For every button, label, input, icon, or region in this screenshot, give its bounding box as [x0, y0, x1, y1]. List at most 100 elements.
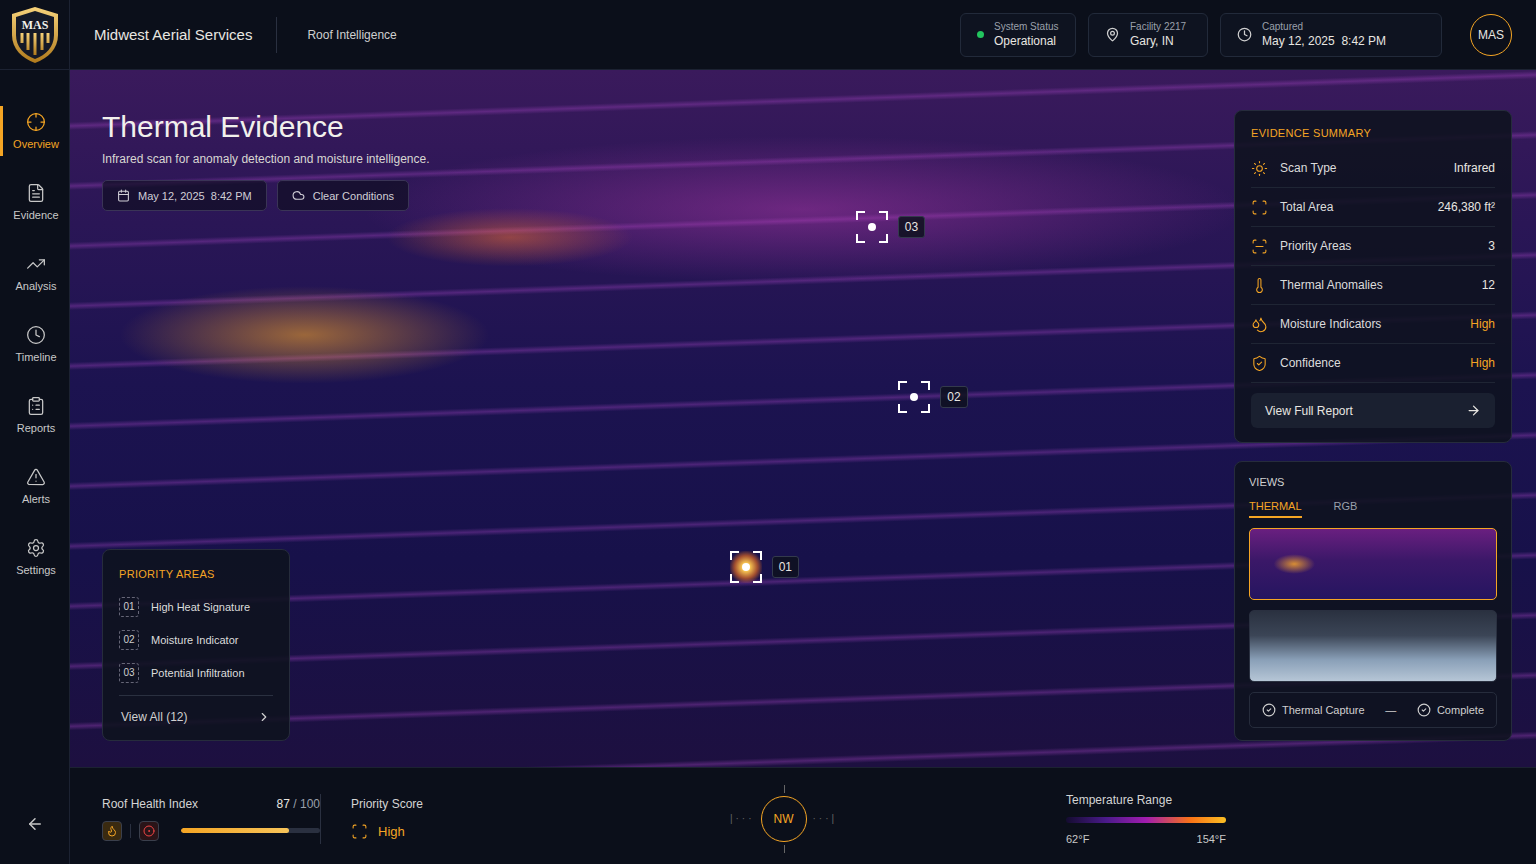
health-fill — [181, 828, 289, 833]
divider — [276, 17, 277, 53]
marker-label: 02 — [940, 386, 967, 408]
marker-target — [730, 551, 762, 583]
chevron-right-icon — [257, 710, 271, 724]
page-subtitle: Infrared scan for anomaly detection and … — [102, 152, 430, 166]
sidebar-item[interactable]: Timeline — [0, 319, 69, 369]
scan-icon — [351, 823, 368, 840]
arrow-right-icon — [1466, 403, 1481, 418]
page-title: Thermal Evidence — [102, 110, 430, 144]
thermal-image: 03 02 01 Thermal Evidence Infrared scan for … — [70, 70, 1536, 767]
nav-icon — [26, 467, 46, 487]
marker-target — [898, 381, 930, 413]
priority-row[interactable]: 02Moisture Indicator — [119, 623, 273, 656]
marker-dot — [910, 393, 918, 401]
info-chip: May 12, 2025 8:42 PM — [102, 180, 267, 211]
anomaly-marker[interactable]: 01 — [730, 551, 799, 583]
sidebar-item[interactable]: Analysis — [0, 248, 69, 298]
nav-icon — [26, 183, 46, 203]
divider — [119, 695, 273, 696]
target-chip[interactable] — [139, 821, 159, 841]
anomaly-marker[interactable]: 03 — [856, 211, 925, 243]
compass-ring: NW — [761, 796, 807, 842]
top-bar: MAS Midwest Aerial ServicesRoof Intellige… — [0, 0, 1536, 70]
status-value: Operational — [994, 34, 1058, 48]
capture-steps: Thermal Capture—Complete — [1249, 692, 1497, 728]
summary-row: Priority Areas3 — [1251, 227, 1495, 266]
view-thumbnail[interactable] — [1249, 610, 1497, 682]
flame-icon — [106, 825, 118, 837]
check-icon — [1262, 703, 1276, 717]
cloud-icon — [292, 189, 305, 202]
view-tab[interactable]: RGB — [1334, 500, 1358, 518]
compass[interactable]: |···NW···| — [730, 796, 837, 842]
view-thumbnail[interactable] — [1249, 528, 1497, 600]
capture-step: Thermal Capture — [1262, 703, 1365, 717]
summary-row: Total Area246,380 ft² — [1251, 188, 1495, 227]
header-cards: System StatusOperational Facility 2217Gar… — [960, 13, 1442, 57]
marker-dot — [742, 563, 750, 571]
summary-icon — [1251, 277, 1268, 294]
priority-row[interactable]: 03Potential Infiltration — [119, 656, 273, 689]
view-tabs: THERMAL RGB — [1249, 500, 1497, 518]
facility-label: Facility 2217 — [1130, 21, 1186, 32]
status-card: System StatusOperational — [960, 13, 1076, 57]
nav-icon — [26, 538, 46, 558]
divider — [130, 824, 131, 838]
views-panel: VIEWSTHERMALRGBThermal Capture—Complete — [1234, 461, 1512, 741]
sidebar-item[interactable]: Reports — [0, 390, 69, 440]
status-dot — [977, 31, 984, 38]
info-chip: Clear Conditions — [277, 180, 409, 211]
number-box: 03 — [119, 663, 139, 683]
logo-icon: MAS — [8, 5, 62, 65]
divider — [320, 794, 321, 844]
sidebar-item[interactable]: Evidence — [0, 177, 69, 227]
compass-area: |···NW···| — [501, 796, 1066, 842]
summary-row: Thermal Anomalies12 — [1251, 266, 1495, 305]
title-block: Thermal Evidence Infrared scan for anomal… — [102, 110, 430, 211]
roof-health: Roof Health Index87 / 100 — [102, 797, 320, 841]
priority-score: Priority ScoreHigh — [321, 797, 501, 840]
clock-icon — [1237, 27, 1252, 42]
summary-icon — [1251, 316, 1268, 333]
captured-value: May 12, 2025 8:42 PM — [1262, 34, 1386, 48]
calendar-icon — [117, 189, 130, 202]
sidebar-item[interactable]: Overview — [0, 106, 69, 156]
summary-icon — [1251, 160, 1268, 177]
facility-card[interactable]: Facility 2217Gary, IN — [1088, 13, 1208, 57]
thermal-chip[interactable] — [102, 821, 122, 841]
panel-title: EVIDENCE SUMMARY — [1251, 127, 1495, 139]
check-icon — [1417, 703, 1431, 717]
temperature-scale — [1066, 817, 1226, 823]
view-report-button[interactable]: View Full Report — [1251, 393, 1495, 428]
nav-icon — [26, 254, 46, 274]
sidebar-item[interactable]: Settings — [0, 532, 69, 582]
priority-row[interactable]: 01High Heat Signature — [119, 590, 273, 623]
priority-areas-panel: PRIORITY AREAS01High Heat Signature02Moi… — [102, 549, 290, 741]
number-box: 02 — [119, 630, 139, 650]
marker-label: 03 — [898, 216, 925, 238]
user-avatar[interactable]: MAS — [1470, 14, 1512, 56]
marker-dot — [868, 223, 876, 231]
anomaly-marker[interactable]: 02 — [898, 381, 967, 413]
summary-row: Scan TypeInfrared — [1251, 149, 1495, 188]
captured-card: CapturedMay 12, 2025 8:42 PM — [1220, 13, 1442, 57]
sidebar-item[interactable]: Alerts — [0, 461, 69, 511]
nav-icon — [26, 112, 46, 132]
view-all-button[interactable]: View All (12) — [119, 702, 273, 726]
number-box: 01 — [119, 597, 139, 617]
back-button[interactable] — [0, 815, 69, 833]
brand-name: Midwest Aerial Services — [70, 26, 276, 43]
arrow-left-icon — [26, 815, 44, 833]
sidebar: Overview Evidence Analysis Timeline Reports A… — [0, 70, 70, 864]
bottom-bar: Roof Health Index87 / 100Priority ScoreH… — [70, 767, 1536, 864]
section-title: Roof Intelligence — [277, 28, 396, 42]
view-tab[interactable]: THERMAL — [1249, 500, 1302, 518]
main: 03 02 01 Thermal Evidence Infrared scan for … — [70, 70, 1536, 864]
logo[interactable]: MAS — [0, 0, 70, 69]
nav-icon — [26, 325, 46, 345]
app-shell: MAS Midwest Aerial ServicesRoof Intellige… — [0, 0, 1536, 864]
marker-target — [856, 211, 888, 243]
target-icon — [143, 825, 155, 837]
summary-icon — [1251, 238, 1268, 255]
left-column: Thermal Evidence Infrared scan for anomal… — [102, 110, 430, 741]
